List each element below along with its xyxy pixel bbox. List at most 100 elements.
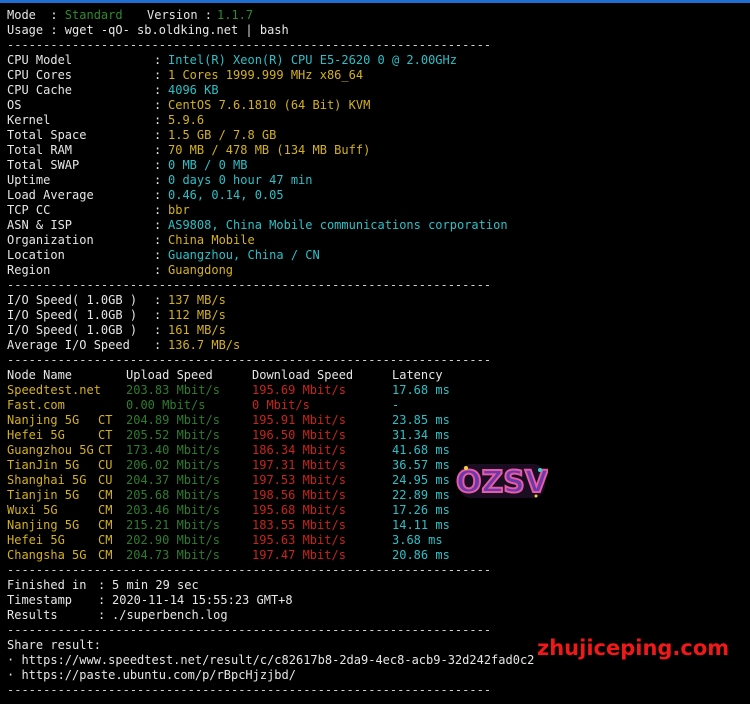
upload-speed: 205.68 Mbit/s [126, 488, 220, 502]
io-row: Average I/O Speed:136.7 MB/s [7, 338, 750, 353]
io-value: 161 MB/s [168, 323, 226, 337]
isp-code: CM [98, 548, 113, 562]
download-speed: 195.91 Mbit/s [252, 413, 346, 427]
node-name: Wuxi 5G [7, 503, 58, 517]
colon: : [154, 248, 162, 262]
node-name: Guangzhou 5G [7, 443, 94, 457]
node-name: Nanjing 5G [7, 518, 80, 532]
system-value: 0 days 0 hour 47 min [168, 173, 313, 187]
io-value: 137 MB/s [168, 293, 226, 307]
speed-row: Guangzhou 5G CT 173.40 Mbit/s 186.34 Mbit/s… [7, 443, 750, 458]
system-value: 5.9.6 [168, 113, 205, 127]
system-value: 0.46, 0.14, 0.05 [168, 188, 284, 202]
separator: ----------------------------------------… [7, 278, 492, 292]
latency: 3.68 ms [392, 533, 443, 547]
system-value: CentOS 7.6.1810 (64 Bit) KVM [168, 98, 371, 112]
isp-code: CU [98, 458, 113, 472]
system-row: Total SWAP:0 MB / 0 MB [7, 158, 750, 173]
finish-label: Results [7, 608, 58, 622]
colon: : [98, 578, 106, 592]
colon: : [154, 203, 162, 217]
node-name: Nanjing 5G [7, 413, 80, 427]
download-speed: 186.34 Mbit/s [252, 443, 346, 457]
colon: : [154, 113, 162, 127]
colon: : [154, 293, 162, 307]
system-label: OS [7, 98, 22, 112]
io-value: 136.7 MB/s [168, 338, 241, 352]
isp-code: CT [98, 443, 113, 457]
finish-label: Finished in [7, 578, 87, 592]
system-label: Region [7, 263, 51, 277]
colon: : [154, 143, 162, 157]
io-row: I/O Speed( 1.0GB ):161 MB/s [7, 323, 750, 338]
finish-row: Timestamp:2020-11-14 15:55:23 GMT+8 [7, 593, 750, 608]
io-row: I/O Speed( 1.0GB ):112 MB/s [7, 308, 750, 323]
io-label: I/O Speed( 1.0GB ) [7, 323, 138, 337]
upload-speed: 205.52 Mbit/s [126, 428, 220, 442]
finish-value: 2020-11-14 15:55:23 GMT+8 [112, 593, 293, 607]
download-speed: 197.31 Mbit/s [252, 458, 346, 472]
colon: : [98, 608, 106, 622]
system-row: Organization: China Mobile [7, 233, 750, 248]
header-node-name: Node Name [7, 368, 73, 382]
system-label: CPU Model [7, 53, 73, 67]
colon: : [98, 593, 106, 607]
separator: ----------------------------------------… [7, 683, 492, 697]
isp-code: CM [98, 518, 113, 532]
latency: 20.86 ms [392, 548, 450, 562]
upload-speed: 204.37 Mbit/s [126, 473, 220, 487]
latency: - [392, 398, 400, 412]
colon: : [154, 323, 162, 337]
system-value: AS9808, China Mobile communications corp… [168, 218, 508, 232]
terminal-output: Mode : Standard Version : 1.1.7 Usage : w… [7, 8, 750, 698]
system-label: Total RAM [7, 143, 73, 157]
isp-code: CM [98, 503, 113, 517]
node-name: Hefei 5G [7, 533, 65, 547]
latency: 23.85 ms [392, 413, 450, 427]
system-row: CPU Cache:4096 KB [7, 83, 750, 98]
isp-code: CT [98, 428, 113, 442]
latency: 36.57 ms [392, 458, 450, 472]
colon: : [154, 338, 162, 352]
speed-row: Speedtest.net 203.83 Mbit/s 195.69 Mbit/s 1… [7, 383, 750, 398]
speed-row: Fast.com 0.00 Mbit/s 0 Mbit/s - [7, 398, 750, 413]
system-value: China Mobile [168, 233, 255, 247]
speed-table: Speedtest.net 203.83 Mbit/s 195.69 Mbit/s 1… [7, 383, 750, 563]
speed-row: Tianjin 5G CM 205.68 Mbit/s 198.56 Mbit/s 22… [7, 488, 750, 503]
io-label: I/O Speed( 1.0GB ) [7, 308, 138, 322]
system-value: bbr [168, 203, 190, 217]
system-value: Intel(R) Xeon(R) CPU E5-2620 0 @ 2.00GHz [168, 53, 457, 67]
system-label: Location [7, 248, 65, 262]
ozsv-logo-text: OZSV [456, 465, 548, 500]
system-row: Total RAM:70 MB / 478 MB (134 MB Buff) [7, 143, 750, 158]
system-label: Kernel [7, 113, 51, 127]
speed-row: Shanghai 5G CU 204.37 Mbit/s 197.53 Mbit/s 2… [7, 473, 750, 488]
finish-value: ./superbench.log [112, 608, 228, 622]
separator: ----------------------------------------… [7, 38, 492, 52]
io-row: I/O Speed( 1.0GB ):137 MB/s [7, 293, 750, 308]
node-name: Tianjin 5G [7, 488, 80, 502]
system-row: Load Average:0.46, 0.14, 0.05 [7, 188, 750, 203]
latency: 24.95 ms [392, 473, 450, 487]
system-label: CPU Cache [7, 83, 73, 97]
latency: 41.68 ms [392, 443, 450, 457]
system-row: Region: Guangdong [7, 263, 750, 278]
colon: : [154, 68, 162, 82]
header-upload-speed: Upload Speed [126, 368, 213, 382]
system-label: Total SWAP [7, 158, 80, 172]
colon: : [154, 308, 162, 322]
isp-code: CM [98, 533, 113, 547]
system-row: Location: Guangzhou, China / CN [7, 248, 750, 263]
system-row: OS: CentOS 7.6.1810 (64 Bit) KVM [7, 98, 750, 113]
separator: ----------------------------------------… [7, 353, 492, 367]
finish-label: Timestamp [7, 593, 73, 607]
system-row: CPU Model: Intel(R) Xeon(R) CPU E5-2620 0… [7, 53, 750, 68]
share-link-paste: · https://paste.ubuntu.com/p/rBpcHjzjbd/ [7, 668, 296, 682]
speed-row: Hefei 5G CT 205.52 Mbit/s 196.50 Mbit/s 31.3… [7, 428, 750, 443]
colon: : [154, 218, 162, 232]
colon: : [154, 158, 162, 172]
io-value: 112 MB/s [168, 308, 226, 322]
mode-line: Mode : Standard Version : 1.1.7 [7, 8, 750, 23]
mode-value: Standard [64, 8, 123, 22]
colon: : [154, 233, 162, 247]
